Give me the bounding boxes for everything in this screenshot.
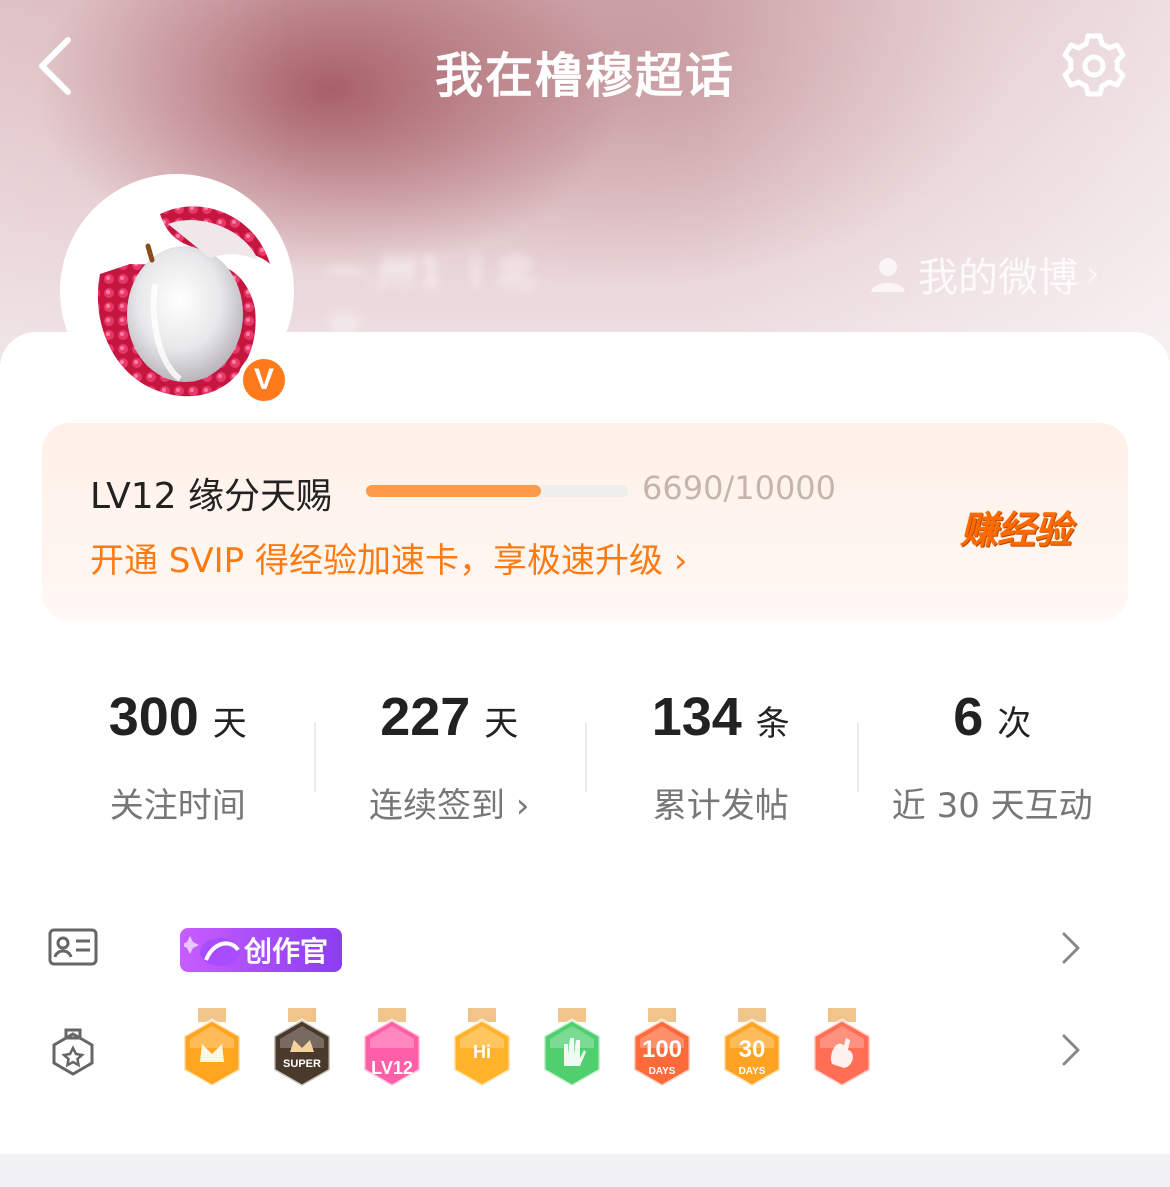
my-weibo-link[interactable]: 我的微博 › bbox=[868, 248, 1100, 301]
chevron-right-icon[interactable] bbox=[1058, 930, 1082, 966]
30days-medal: 30 DAYS bbox=[720, 1008, 784, 1092]
stats-panel: 300 天 关注时间 227 天 连续签到 › 134 条 累计发帖 6次 近 30 … bbox=[42, 650, 1128, 850]
level-card[interactable]: LV12 缘分天赐 6690/10000 开通 SVIP 得经验加速卡，享极速升… bbox=[42, 423, 1128, 621]
lv12-medal: LV12 bbox=[360, 1008, 424, 1092]
verified-badge: V bbox=[238, 354, 290, 406]
level-name: LV12 缘分天赐 bbox=[90, 476, 332, 517]
stat-label: 近 30 天互动 bbox=[891, 786, 1093, 826]
page-title: 我在橹穆超话 bbox=[434, 48, 735, 104]
my-weibo-label: 我的微博 bbox=[918, 255, 1078, 301]
stat-checkin[interactable]: 227 天 连续签到 › bbox=[313, 650, 586, 850]
stat-unit: 次 bbox=[997, 704, 1032, 744]
stat-label: 连续签到 bbox=[369, 786, 506, 826]
svip-promo-link[interactable]: 开通 SVIP 得经验加速卡，享极速升级 › bbox=[90, 533, 687, 582]
creator-sparkle-icon bbox=[184, 936, 240, 966]
creator-tag[interactable]: 创作官 bbox=[180, 928, 342, 972]
stat-unit: 天 bbox=[212, 704, 247, 744]
earn-exp-button[interactable]: 赚经验 bbox=[960, 499, 1072, 554]
medal-sublabel: DAYS bbox=[738, 1066, 766, 1077]
stat-value: 134 bbox=[651, 687, 742, 747]
stat-follow-time: 300 天 关注时间 bbox=[42, 650, 314, 850]
100days-medal: 100 DAYS bbox=[630, 1008, 694, 1092]
stat-value: 6 bbox=[953, 687, 984, 747]
person-icon bbox=[871, 258, 905, 292]
medal-label: Hi bbox=[473, 1042, 491, 1062]
stat-value: 300 bbox=[108, 687, 199, 747]
stat-value: 227 bbox=[380, 687, 471, 747]
chevron-right-icon: › bbox=[673, 541, 688, 581]
medal-label: SUPER bbox=[283, 1058, 321, 1070]
medal-shape bbox=[542, 1008, 602, 1088]
hand-medal bbox=[540, 1008, 604, 1092]
level-progress-fill bbox=[366, 485, 542, 497]
chevron-right-icon[interactable] bbox=[1058, 1032, 1082, 1068]
rock-medal bbox=[810, 1008, 874, 1092]
chevron-right-icon: › bbox=[1086, 254, 1100, 294]
stat-unit: 条 bbox=[755, 704, 790, 744]
gear-icon[interactable] bbox=[1058, 30, 1130, 102]
super-medal: SUPER bbox=[270, 1008, 334, 1092]
medal-shape bbox=[182, 1008, 242, 1088]
crown-medal bbox=[180, 1008, 244, 1092]
chevron-right-icon: › bbox=[505, 786, 530, 826]
username: 一.卅1 丨北北. bbox=[325, 250, 536, 354]
level-progress-text: 6690/10000 bbox=[642, 469, 837, 507]
svip-promo-text: 开通 SVIP 得经验加速卡，享极速升级 bbox=[90, 541, 663, 581]
stat-interactions: 6次 近 30 天互动 bbox=[856, 650, 1129, 850]
id-card-icon bbox=[48, 928, 98, 966]
medal-label: 100 bbox=[641, 1036, 683, 1063]
stat-posts: 134 条 累计发帖 bbox=[585, 650, 857, 850]
creator-tag-label: 创作官 bbox=[244, 935, 329, 968]
medal-label: 30 bbox=[738, 1036, 766, 1063]
medal-shape bbox=[362, 1008, 422, 1088]
medal-shape bbox=[812, 1008, 872, 1088]
medal-shape bbox=[272, 1008, 332, 1088]
medal-list[interactable]: SUPER LV12 Hi 100 DAYS 30 DAYS bbox=[180, 1008, 874, 1092]
medal-outline-icon bbox=[52, 1028, 94, 1076]
medal-label: LV12 bbox=[371, 1058, 413, 1078]
stat-label-row: 连续签到 › bbox=[314, 778, 586, 827]
level-progress-bar bbox=[366, 485, 628, 497]
stat-label: 关注时间 bbox=[109, 786, 246, 826]
stat-unit: 天 bbox=[484, 704, 519, 744]
medal-sublabel: DAYS bbox=[648, 1066, 676, 1077]
bottom-divider bbox=[0, 1154, 1170, 1187]
stat-label: 累计发帖 bbox=[652, 786, 789, 826]
hi-medal: Hi bbox=[450, 1008, 514, 1092]
